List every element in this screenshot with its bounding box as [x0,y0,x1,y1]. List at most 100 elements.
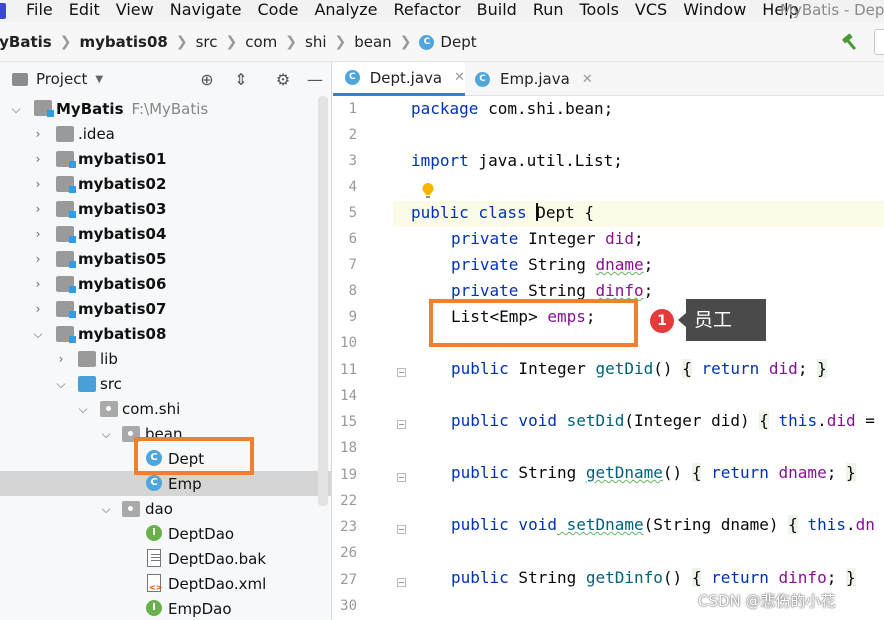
tree-item-mybatis05[interactable]: › mybatis05 [0,246,331,271]
keyword: return [701,568,779,587]
folded-brace[interactable]: } [845,568,856,587]
annotation-tooltip: 员工 [678,299,766,341]
tree-item-label: DeptDao [168,524,235,543]
line-number: 11 [340,362,357,378]
tree-item-src[interactable]: ⌵ src [0,371,331,396]
tree-item-idea[interactable]: › .idea [0,121,331,146]
chevron-down-icon[interactable]: ⌵ [55,378,67,390]
breadcrumb-dept[interactable]: Dept [440,33,476,51]
tree-item-empdao[interactable]: I EmpDao [0,596,331,620]
chevron-right-icon[interactable]: › [32,278,44,290]
locate-target-icon[interactable]: ⊕ [198,71,216,89]
menu-edit[interactable]: Edit [61,0,108,22]
tree-item-mybatis[interactable]: ⌵ MyBatis F:\MyBatis [0,96,331,121]
module-folder-icon [56,301,76,318]
keyword: this [768,411,818,430]
folded-brace[interactable]: } [845,463,856,482]
close-icon[interactable]: ✕ [582,72,593,87]
tree-item-label: mybatis05 [78,249,167,268]
chevron-right-icon[interactable]: › [32,153,44,165]
chevron-right-icon[interactable]: › [32,128,44,140]
tree-item-mybatis01[interactable]: › mybatis01 [0,146,331,171]
chevron-right-icon[interactable]: › [32,178,44,190]
fold-expand-icon[interactable] [397,578,406,587]
breadcrumb-module[interactable]: mybatis08 [79,33,167,51]
menu-code[interactable]: Code [250,0,307,22]
tab-emp-java[interactable]: C Emp.java ✕ [467,62,597,96]
class-icon: C [146,475,162,491]
chevron-right-icon[interactable]: › [32,228,44,240]
keyword: private [451,229,519,248]
project-view-selector[interactable]: Project ▼ [12,70,103,88]
folded-brace[interactable]: } [817,359,827,378]
breadcrumb-bean[interactable]: bean [354,33,391,51]
breadcrumb-com[interactable]: com [245,33,277,51]
code-line-5: public class Dept { [411,200,594,226]
project-scrollbar[interactable] [318,96,328,506]
tree-item-path: F:\MyBatis [131,99,209,118]
fold-expand-icon[interactable] [397,473,406,482]
class-name: Dept [536,203,575,222]
tree-item-mybatis08[interactable]: ⌵ mybatis08 [0,321,331,346]
tree-item-mybatis04[interactable]: › mybatis04 [0,221,331,246]
minimize-icon[interactable]: — [306,71,324,89]
code-line-23: public void setDname(String dname) { thi… [451,512,875,538]
folded-brace[interactable]: { [759,411,769,430]
tab-dept-java[interactable]: C Dept.java ✕ [333,62,465,96]
chevron-right-icon[interactable]: › [55,353,67,365]
code-text: () [662,568,692,587]
field-name: dinfo [595,281,644,300]
line-number: 30 [340,598,357,614]
tree-item-label: DeptDao.bak [168,549,267,568]
tree-item-deptdao-xml[interactable]: DeptDao.xml [0,571,331,596]
method-name: getDid [595,359,654,378]
chevron-right-icon[interactable]: › [32,203,44,215]
collapse-all-icon[interactable]: ⇕ [232,71,250,89]
tree-item-label: mybatis07 [78,299,167,318]
menu-build[interactable]: Build [469,0,525,22]
tree-item-mybatis06[interactable]: › mybatis06 [0,271,331,296]
chevron-down-icon[interactable]: ⌵ [32,328,44,340]
breadcrumb-shi[interactable]: shi [305,33,327,51]
fold-expand-icon[interactable] [397,525,406,534]
folded-brace[interactable]: { [788,515,798,534]
tree-item-mybatis02[interactable]: › mybatis02 [0,171,331,196]
menu-refactor[interactable]: Refactor [386,0,469,22]
breadcrumb-src[interactable]: src [196,33,218,51]
tree-item-deptdao-bak[interactable]: DeptDao.bak [0,546,331,571]
module-folder-icon [56,226,76,243]
run-config-dropdown[interactable] [874,29,884,55]
tree-item-mybatis03[interactable]: › mybatis03 [0,196,331,221]
chevron-down-icon[interactable]: ⌵ [77,403,89,415]
chevron-down-icon[interactable]: ⌵ [100,428,112,440]
folded-brace[interactable]: { [682,359,692,378]
chevron-down-icon[interactable]: ⌵ [10,103,22,115]
fold-expand-icon[interactable] [397,368,406,377]
tree-item-com-shi[interactable]: ⌵ com.shi [0,396,331,421]
menu-navigate[interactable]: Navigate [162,0,250,22]
menu-run[interactable]: Run [525,0,572,22]
chevron-right-icon[interactable]: › [32,253,44,265]
line-number: 3 [348,153,357,169]
breadcrumb-project[interactable]: lyBatis [0,33,52,51]
close-icon[interactable]: ✕ [454,70,465,85]
tree-item-lib[interactable]: › lib [0,346,331,371]
fold-expand-icon[interactable] [397,420,406,429]
menu-tools[interactable]: Tools [572,0,627,22]
chevron-down-icon[interactable]: ⌵ [100,503,112,515]
chevron-right-icon[interactable]: › [32,303,44,315]
tree-item-mybatis07[interactable]: › mybatis07 [0,296,331,321]
xml-file-icon [147,574,162,592]
menu-window[interactable]: Window [675,0,754,22]
gear-icon[interactable]: ⚙ [274,71,292,89]
tree-item-deptdao[interactable]: I DeptDao [0,521,331,546]
code-area[interactable]: package com.shi.bean; import java.util.L… [411,96,884,620]
menu-file[interactable]: File [18,0,61,22]
menu-vcs[interactable]: VCS [627,0,675,22]
tree-item-dao[interactable]: ⌵ dao [0,496,331,521]
menu-analyze[interactable]: Analyze [306,0,385,22]
build-hammer-icon[interactable] [840,32,860,52]
line-number: 23 [340,519,357,535]
menu-view[interactable]: View [108,0,162,22]
chevron-right-icon: ❯ [59,34,72,50]
